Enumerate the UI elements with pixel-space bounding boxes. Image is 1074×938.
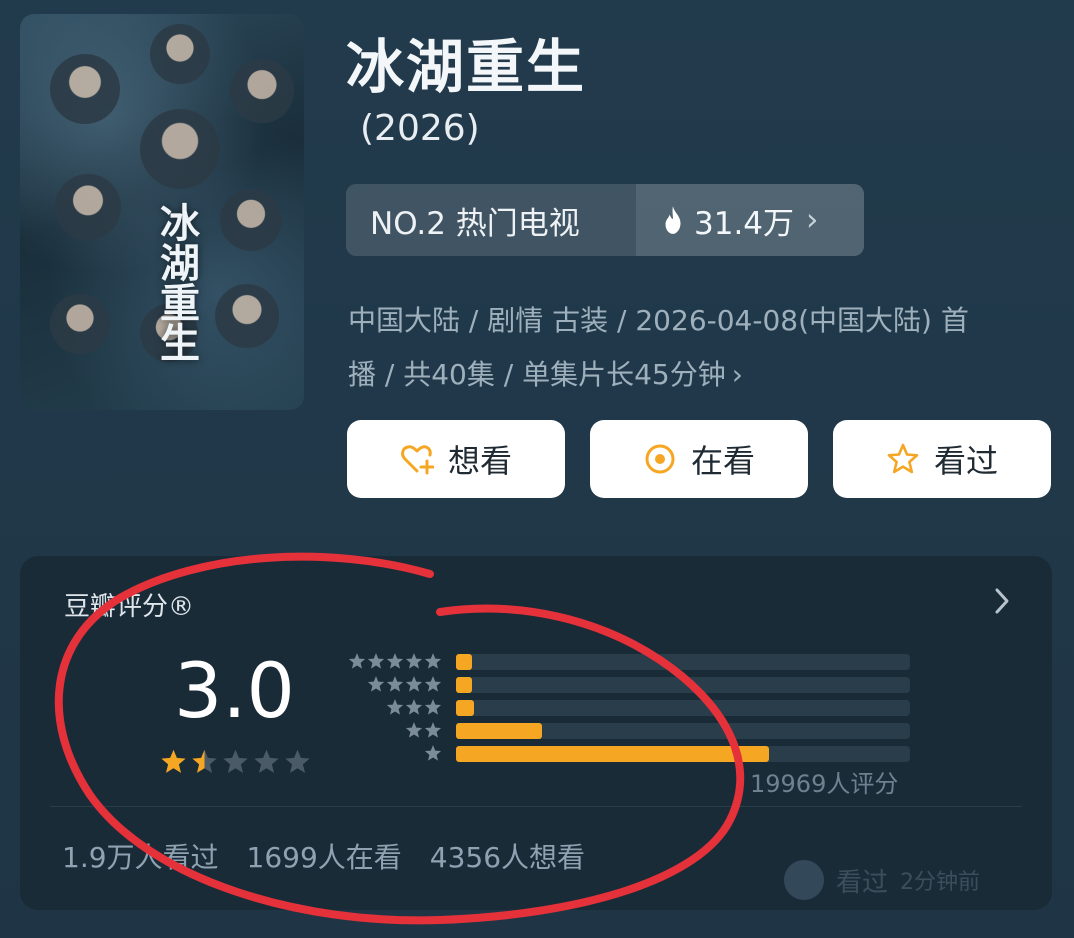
star-icon xyxy=(285,749,310,773)
want-label: 想看 xyxy=(447,442,512,480)
star-icon xyxy=(192,749,217,773)
distribution-track xyxy=(456,723,910,739)
distribution-track xyxy=(456,654,910,670)
audience-stats: 1.9万人看过 1699人在看 4356人想看 xyxy=(62,836,585,876)
rating-stars xyxy=(160,748,311,775)
star-icon xyxy=(405,722,423,738)
star-icon xyxy=(161,749,186,773)
row-stars xyxy=(348,652,442,670)
distribution-track xyxy=(456,746,910,762)
distribution-track xyxy=(456,677,910,693)
distribution-row-2-star xyxy=(340,719,910,742)
rating-distribution xyxy=(340,650,910,765)
watching-label: 在看 xyxy=(690,442,755,480)
rank-badge[interactable]: NO.2 热门电视 31.4万 › xyxy=(346,184,864,256)
watching-button[interactable]: 在看 xyxy=(590,420,808,498)
row-stars xyxy=(424,744,442,762)
flame-icon xyxy=(665,206,681,234)
release-year: (2026) xyxy=(360,108,480,149)
chevron-right-icon: › xyxy=(806,202,819,238)
star-icon xyxy=(386,699,404,715)
watching-count[interactable]: 1699人在看 xyxy=(247,836,402,876)
divider xyxy=(50,806,1022,807)
want-count[interactable]: 4356人想看 xyxy=(430,836,585,876)
recent-activity: 看过 2分钟前 xyxy=(784,860,980,900)
rating-title: 豆瓣评分® xyxy=(64,592,195,622)
star-icon xyxy=(405,653,423,669)
target-circle-icon xyxy=(645,444,675,474)
row-stars xyxy=(386,698,442,716)
rating-score: 3.0 xyxy=(174,646,295,735)
meta-line-1: 中国大陆 / 剧情 古装 / 2026-04-08(中国大陆) 首 xyxy=(348,304,969,337)
distribution-row-4-star xyxy=(340,673,910,696)
star-outline-icon xyxy=(887,443,919,474)
heat-indicator[interactable]: 31.4万 › xyxy=(636,184,864,256)
star-icon xyxy=(424,699,442,715)
distribution-bar xyxy=(456,677,472,693)
star-icon xyxy=(405,676,423,692)
star-icon xyxy=(424,745,442,761)
distribution-bar xyxy=(456,723,543,739)
star-icon xyxy=(348,653,366,669)
star-icon xyxy=(386,676,404,692)
star-icon xyxy=(367,653,385,669)
heat-value: 31.4万 xyxy=(694,205,795,242)
star-icon xyxy=(424,722,442,738)
chevron-right-icon[interactable] xyxy=(992,586,1012,616)
distribution-bar xyxy=(456,746,770,762)
page-title: 冰湖重生 xyxy=(346,33,587,101)
distribution-track xyxy=(456,700,910,716)
row-stars xyxy=(367,675,442,693)
avatar xyxy=(784,860,824,900)
distribution-bar xyxy=(456,654,472,670)
show-meta[interactable]: 中国大陆 / 剧情 古装 / 2026-04-08(中国大陆) 首 播 / 共4… xyxy=(348,294,1048,402)
star-icon xyxy=(367,676,385,692)
row-stars xyxy=(405,721,442,739)
watched-count[interactable]: 1.9万人看过 xyxy=(62,836,219,876)
rank-label: NO.2 热门电视 xyxy=(346,184,636,256)
distribution-row-3-star xyxy=(340,696,910,719)
poster-title-art: 冰湖重生 xyxy=(153,202,200,362)
rater-count: 19969人评分 xyxy=(750,770,899,798)
watched-button[interactable]: 看过 xyxy=(833,420,1051,498)
star-icon xyxy=(386,653,404,669)
want-to-watch-button[interactable]: 想看 xyxy=(347,420,565,498)
distribution-row-1-star xyxy=(340,742,910,765)
chevron-right-icon: › xyxy=(731,358,743,391)
watched-label: 看过 xyxy=(933,442,998,480)
star-icon xyxy=(424,653,442,669)
star-icon xyxy=(424,676,442,692)
star-icon xyxy=(223,749,248,773)
douban-rating-card[interactable]: 豆瓣评分® 3.0 19969人评分 1.9万人看过 1699人在看 4356人… xyxy=(20,556,1052,910)
meta-line-2: 播 / 共40集 / 单集片长45分钟 xyxy=(348,358,726,391)
heart-plus-icon xyxy=(401,445,434,475)
distribution-bar xyxy=(456,700,475,716)
recent-time: 2分钟前 xyxy=(900,870,981,895)
star-icon xyxy=(254,749,279,773)
recent-label: 看过 xyxy=(836,867,889,898)
distribution-row-5-star xyxy=(340,650,910,673)
poster-image[interactable]: 冰湖重生 xyxy=(20,14,304,410)
star-icon xyxy=(405,699,423,715)
